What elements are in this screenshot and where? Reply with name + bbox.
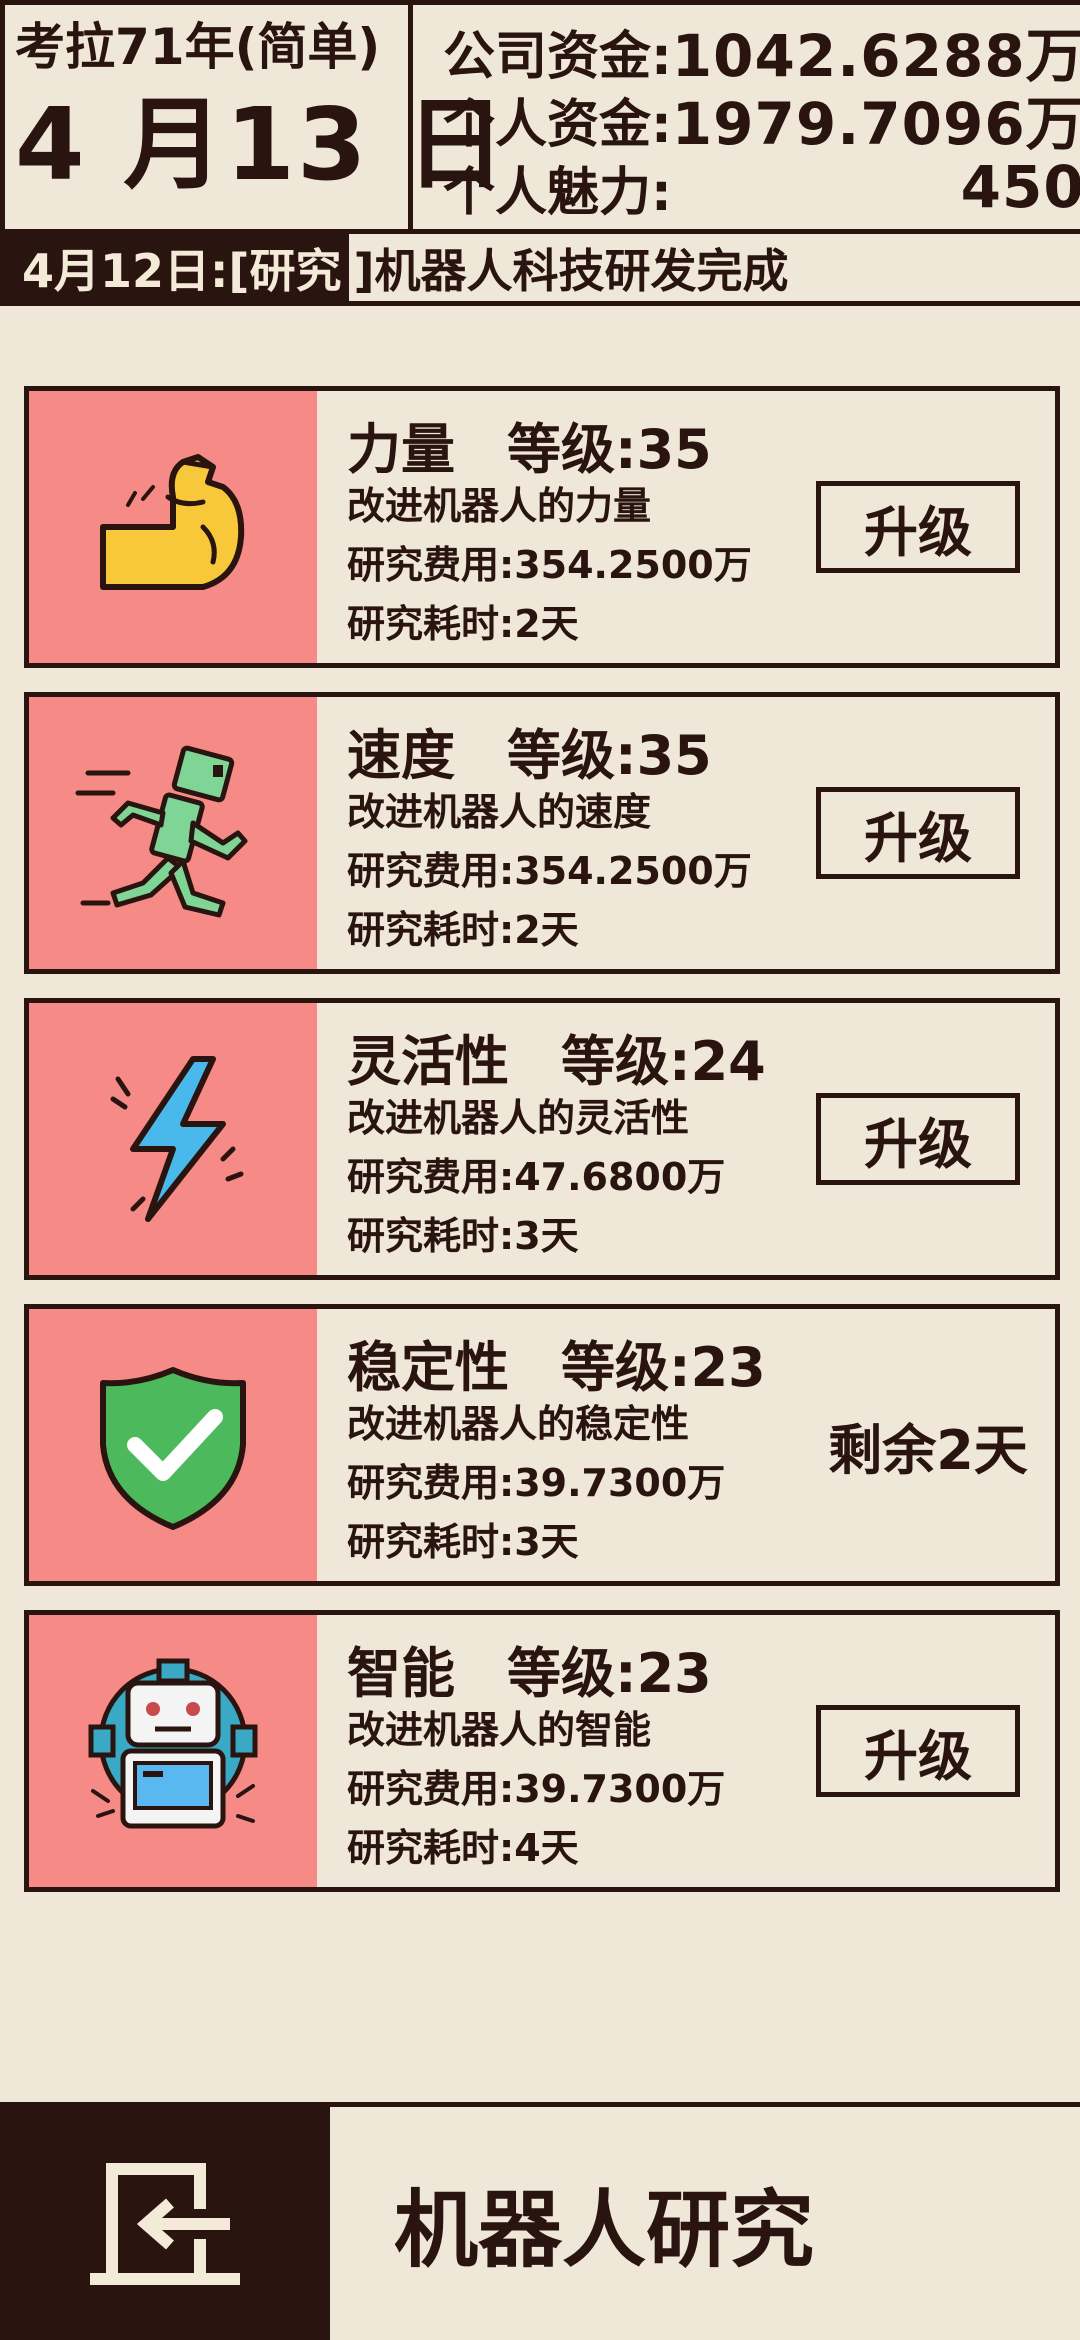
card-name: 力量 [347,418,455,481]
card-cost: 研究费用:47.6800万 [347,1155,726,1199]
level-label: 等级: [507,418,637,481]
card-info: 智能 等级: 23 改进机器人的智能 研究费用:39.7300万 研究耗时:4天 [317,1615,805,1887]
company-funds-row: 公司资金: 1042.6288万 [443,17,1080,90]
card-cost: 研究费用:354.2500万 [347,849,752,893]
card-info: 灵活性 等级: 24 改进机器人的灵活性 研究费用:47.6800万 研究耗时:… [317,1003,805,1275]
card-duration: 研究耗时:3天 [347,1520,579,1564]
level-label: 等级: [507,1642,637,1705]
level-value: 24 [690,1030,766,1093]
card-description: 改进机器人的力量 [347,484,652,528]
card-icon-panel [29,1615,317,1887]
personal-funds-value: 1979.7096万 [671,90,1080,158]
screen-title: 机器人研究 [394,2181,815,2279]
card-description: 改进机器人的灵活性 [347,1096,690,1140]
card-cost: 研究费用:39.7300万 [347,1767,726,1811]
card-icon-panel [29,391,317,663]
exit-door-icon [90,2162,240,2285]
card-cost: 研究费用:354.2500万 [347,543,752,587]
charisma-value: 450 [960,153,1080,221]
running-robot-icon [75,745,248,918]
level-label: 等级: [561,1030,691,1093]
upgrade-button[interactable]: 升级 [816,1705,1020,1797]
charisma-label: 个人魅力: [443,162,672,223]
card-name: 稳定性 [347,1336,509,1399]
card-name: 灵活性 [347,1030,509,1093]
card-info: 稳定性 等级: 23 改进机器人的稳定性 研究费用:39.7300万 研究耗时:… [317,1309,805,1581]
level-label: 等级: [507,724,637,787]
current-date: 4 月13 日 [15,86,508,203]
card-duration: 研究耗时:2天 [347,602,579,646]
research-card-intelligence: 智能 等级: 23 改进机器人的智能 研究费用:39.7300万 研究耗时:4天… [24,1610,1060,1892]
upgrade-button[interactable]: 升级 [816,1093,1020,1185]
scenario-label: 考拉71年(简单) [15,18,381,76]
card-description: 改进机器人的智能 [347,1708,652,1752]
robot-gear-icon [88,1658,258,1829]
upgrade-button[interactable]: 升级 [816,787,1020,879]
company-funds-label: 公司资金: [443,26,672,87]
upgrade-button[interactable]: 升级 [816,481,1020,573]
level-value: 23 [690,1336,766,1399]
remaining-days-status: 剩余2天 [828,1418,1028,1482]
bottom-bar: 机器人研究 [0,2102,1080,2340]
card-cost: 研究费用:39.7300万 [347,1461,726,1505]
lightning-bolt-icon [110,1056,244,1222]
research-card-agility: 灵活性 等级: 24 改进机器人的灵活性 研究费用:47.6800万 研究耗时:… [24,998,1060,1280]
date-panel: 考拉71年(简单) 4 月13 日 [0,0,508,229]
research-card-speed: 速度 等级: 35 改进机器人的速度 研究费用:354.2500万 研究耗时:2… [24,692,1060,974]
card-info: 力量 等级: 35 改进机器人的力量 研究费用:354.2500万 研究耗时:2… [317,391,805,663]
level-value: 35 [636,724,712,787]
status-header: 考拉71年(简单) 4 月13 日 公司资金: 1042.6288万 个人资金:… [0,0,1080,234]
card-icon-panel [29,1309,317,1581]
research-card-stability: 稳定性 等级: 23 改进机器人的稳定性 研究费用:39.7300万 研究耗时:… [24,1304,1060,1586]
personal-funds-label: 个人资金: [443,94,672,155]
level-label: 等级: [561,1336,691,1399]
card-duration: 研究耗时:3天 [347,1214,579,1258]
card-icon-panel [29,1003,317,1275]
card-name: 智能 [347,1642,455,1705]
research-card-strength: 力量 等级: 35 改进机器人的力量 研究费用:354.2500万 研究耗时:2… [24,386,1060,668]
card-name: 速度 [347,724,455,787]
robot-research-screen: 考拉71年(简单) 4 月13 日 公司资金: 1042.6288万 个人资金:… [0,0,1080,2340]
level-value: 35 [636,418,712,481]
shield-check-icon [100,1367,246,1530]
news-message: ]机器人科技研发完成 [353,243,789,298]
card-info: 速度 等级: 35 改进机器人的速度 研究费用:354.2500万 研究耗时:2… [317,697,805,969]
flexed-arm-icon [100,454,245,590]
news-date-tag: 4月12日:[研究 [0,234,350,301]
news-ticker[interactable]: 4月12日:[研究 ]机器人科技研发完成 [0,234,1080,306]
personal-funds-row: 个人资金: 1979.7096万 [443,85,1080,158]
card-description: 改进机器人的稳定性 [347,1402,690,1446]
charisma-row: 个人魅力: 450 [443,153,1080,223]
card-description: 改进机器人的速度 [347,790,652,834]
funds-panel: 公司资金: 1042.6288万 个人资金: 1979.7096万 个人魅力: … [413,0,1080,229]
card-icon-panel [29,697,317,969]
level-value: 23 [636,1642,712,1705]
exit-button[interactable] [0,2107,330,2340]
card-duration: 研究耗时:2天 [347,908,579,952]
card-duration: 研究耗时:4天 [347,1826,579,1870]
